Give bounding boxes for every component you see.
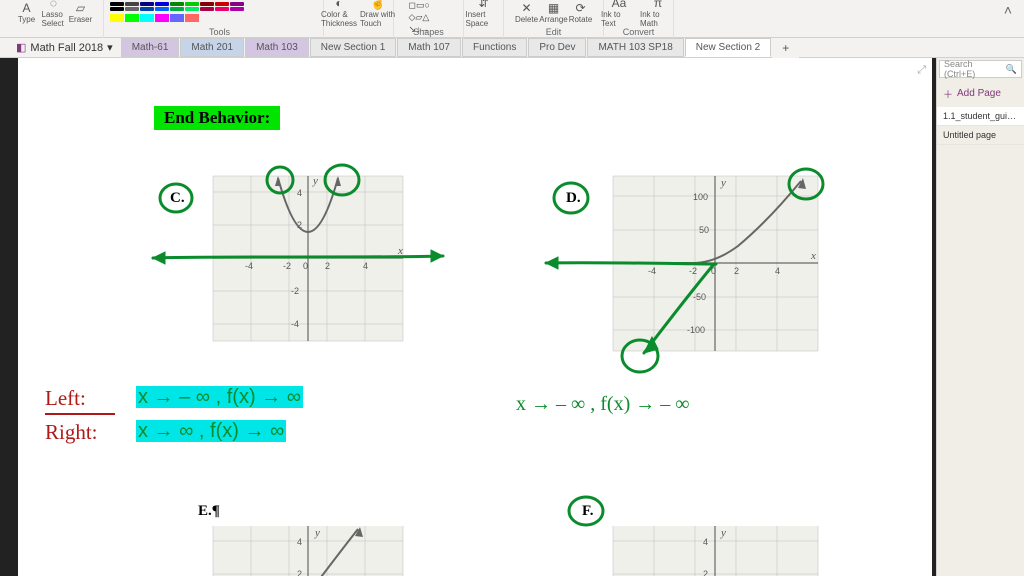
eq-c-left: x → – ∞ , f(x) → ∞ — [136, 386, 303, 409]
plus-icon: ＋ — [943, 86, 953, 101]
page-expand-icon[interactable]: ⤢ — [917, 64, 926, 77]
right-label: Right: — [45, 420, 98, 445]
color-thickness-button[interactable]: ◐Color & Thickness — [321, 0, 357, 24]
graph-e: y 4 2 — [203, 521, 413, 576]
eq-d: x → – ∞ , f(x) → – ∞ — [516, 393, 690, 416]
add-page-button[interactable]: ＋ Add Page — [939, 82, 1022, 105]
insert-space-button[interactable]: ⇵Insert Space — [466, 0, 502, 24]
shapes-group-label: Shapes — [394, 27, 463, 37]
delete-button[interactable]: ✕Delete — [515, 0, 539, 24]
graph-e-label: E.¶ — [198, 503, 220, 520]
search-input[interactable]: Search (Ctrl+E)🔍 — [939, 60, 1022, 78]
graph-f: y 4 2 — [603, 521, 828, 576]
arrange-button[interactable]: ▦Arrange — [542, 0, 566, 24]
svg-text:2: 2 — [703, 569, 708, 576]
left-label: Left: — [45, 386, 86, 411]
page-item[interactable]: 1.1_student_guided_note — [937, 107, 1024, 126]
graph-c-ink — [138, 158, 458, 358]
convert-group-label: Convert — [604, 27, 673, 37]
page-item[interactable]: Untitled page — [937, 126, 1024, 145]
tab-functions[interactable]: Functions — [462, 38, 527, 57]
tab-math-103-sp18[interactable]: MATH 103 SP18 — [587, 38, 683, 57]
tab-math-201[interactable]: Math 201 — [180, 38, 244, 57]
tools-group-label: Tools — [110, 27, 329, 37]
ribbon-collapse-icon[interactable]: ˄ — [996, 0, 1020, 20]
tab-new-section-1[interactable]: New Section 1 — [310, 38, 396, 57]
add-section-button[interactable]: + — [772, 38, 799, 58]
draw-touch-button[interactable]: ☝Draw with Touch — [360, 0, 396, 24]
eraser-tool[interactable]: ▱Eraser — [69, 0, 93, 24]
ribbon: AType ◌Lasso Select ▱Eraser Tools ◐Color… — [0, 0, 1024, 38]
type-tool[interactable]: AType — [15, 0, 39, 24]
ink-to-math-button[interactable]: πInk to Math — [640, 0, 676, 24]
graph-d-ink — [516, 158, 856, 388]
svg-text:4: 4 — [297, 537, 302, 547]
tab-pro-dev[interactable]: Pro Dev — [528, 38, 586, 57]
section-tabs-bar: ◧ Math Fall 2018 ▾ Math-61 Math 201 Math… — [0, 38, 1024, 58]
rotate-button[interactable]: ⟳Rotate — [569, 0, 593, 24]
tab-new-section-2[interactable]: New Section 2 — [685, 38, 771, 57]
svg-text:y: y — [314, 527, 320, 539]
tab-math-61[interactable]: Math-61 — [121, 38, 180, 57]
pages-panel: Search (Ctrl+E)🔍 ＋ Add Page 1.1_student_… — [936, 58, 1024, 576]
tab-math-103[interactable]: Math 103 — [245, 38, 309, 57]
svg-text:y: y — [720, 527, 726, 539]
graph-f-ink — [558, 493, 608, 533]
page-title: End Behavior: — [154, 106, 280, 130]
notebook-dropdown[interactable]: ◧ Math Fall 2018 ▾ — [8, 41, 121, 54]
tab-math-107[interactable]: Math 107 — [397, 38, 461, 57]
edit-group-label: Edit — [504, 27, 603, 37]
svg-text:4: 4 — [703, 537, 708, 547]
ink-to-text-button[interactable]: AaInk to Text — [601, 0, 637, 24]
svg-text:2: 2 — [297, 569, 302, 576]
lasso-tool[interactable]: ◌Lasso Select — [42, 0, 66, 24]
eq-c-right: x → ∞ , f(x) → ∞ — [136, 420, 286, 443]
note-canvas[interactable]: End Behavior: C. xy -4 -2 0 2 4 4 2 -2 — [0, 58, 936, 576]
